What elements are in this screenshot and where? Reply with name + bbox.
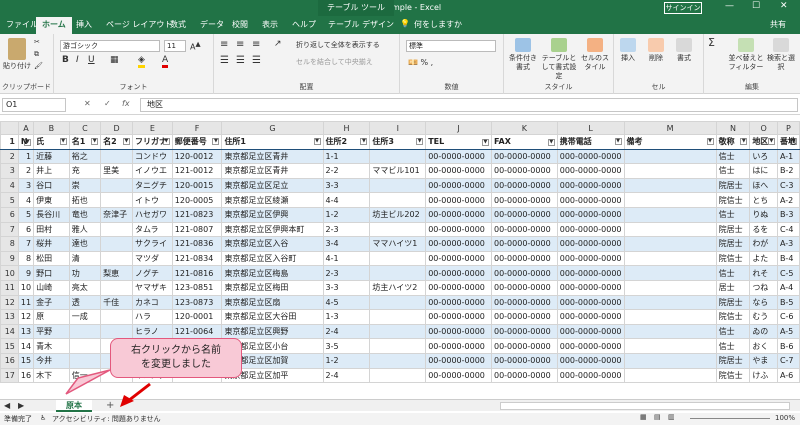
callout-pointer bbox=[65, 369, 111, 395]
annotation-overlay bbox=[65, 369, 151, 407]
red-arrow-shaft bbox=[127, 382, 151, 403]
